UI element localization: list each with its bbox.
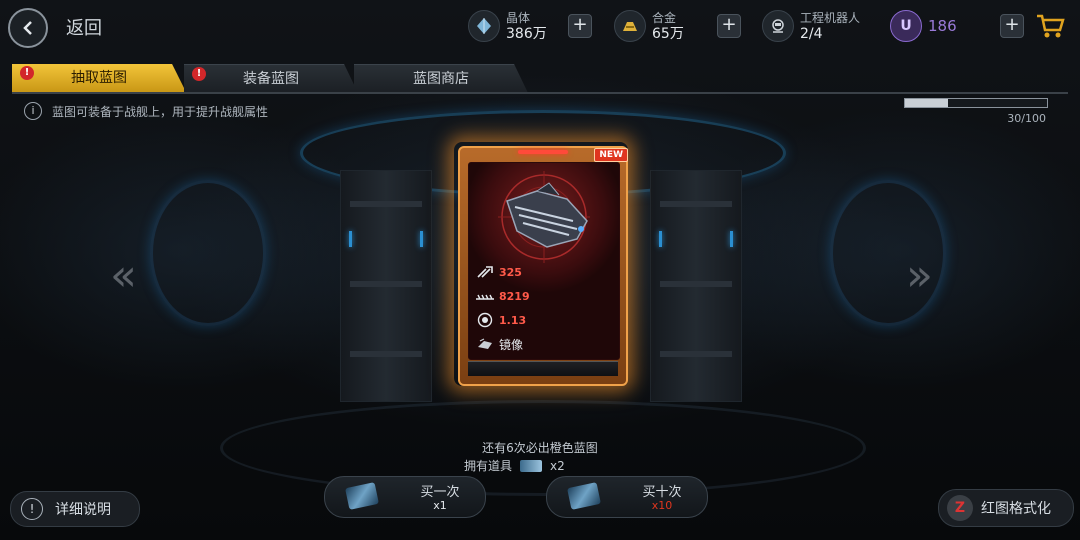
buy-ten-label: 买十次 bbox=[642, 485, 682, 500]
new-tag: NEW bbox=[594, 148, 628, 162]
skill-stat: 镜像 bbox=[475, 335, 523, 353]
shop-cart-icon[interactable] bbox=[1034, 10, 1066, 42]
battleship-icon bbox=[506, 182, 588, 248]
speed-stat: 1.13 bbox=[475, 311, 526, 329]
info-text: 蓝图可装备于战舰上，用于提升战舰属性 bbox=[52, 104, 269, 119]
next-arrow-icon[interactable]: » bbox=[906, 250, 933, 301]
alloy-icon bbox=[614, 10, 646, 42]
alloy-label: 合金 bbox=[652, 11, 677, 25]
background-pillar bbox=[650, 170, 742, 402]
blueprint-chip-icon bbox=[345, 482, 379, 510]
own-items-count: x2 bbox=[550, 458, 565, 473]
premium-currency: U 186 bbox=[890, 8, 957, 44]
crystal-icon bbox=[468, 10, 500, 42]
blueprint-card[interactable]: NEW 325 8219 1.13 镜像 bbox=[458, 146, 628, 386]
tab-divider bbox=[12, 92, 1068, 94]
attack-stat: 325 bbox=[475, 263, 522, 281]
alloy-value: 65万 bbox=[652, 26, 684, 42]
previous-arrow-icon[interactable]: « bbox=[110, 250, 137, 301]
buy-ten-button[interactable]: 买十次 x10 bbox=[546, 476, 708, 518]
background-ring bbox=[830, 180, 946, 326]
crystal-resource: 晶体 386万 bbox=[468, 8, 547, 44]
alert-icon: ! bbox=[21, 498, 43, 520]
chevron-left-icon bbox=[23, 21, 32, 35]
engineering-robot-resource: 工程机器人 2/4 bbox=[762, 8, 860, 44]
buy-ten-count: x10 bbox=[651, 499, 673, 512]
red-format-label: 红图格式化 bbox=[981, 501, 1051, 517]
tab-label: 蓝图商店 bbox=[413, 71, 469, 87]
robot-value: 2/4 bbox=[800, 26, 823, 42]
crystal-label: 晶体 bbox=[506, 11, 531, 25]
detail-label: 详细说明 bbox=[55, 502, 111, 518]
skill-name: 镜像 bbox=[499, 337, 524, 352]
alert-badge-icon: ! bbox=[20, 66, 34, 80]
own-items-row: 拥有道具 x2 bbox=[464, 457, 565, 474]
top-bar: 返回 晶体 386万 + 合金 65万 + 工程机器人 2/4 U 186 + bbox=[0, 0, 1080, 52]
speed-value: 1.13 bbox=[499, 313, 527, 327]
pity-hint: 还有6次必出橙色蓝图 bbox=[482, 441, 598, 455]
add-premium-button[interactable]: + bbox=[1000, 14, 1024, 38]
skill-icon bbox=[475, 336, 495, 352]
blueprint-chip-icon bbox=[520, 459, 543, 472]
robot-icon bbox=[762, 10, 794, 42]
tab-label: 装备蓝图 bbox=[243, 71, 299, 87]
back-label[interactable]: 返回 bbox=[66, 14, 102, 40]
tab-blueprint-shop[interactable]: 蓝图商店 bbox=[354, 64, 528, 93]
robot-label: 工程机器人 bbox=[800, 11, 861, 25]
buy-once-button[interactable]: 买一次 x1 bbox=[324, 476, 486, 518]
own-items-label: 拥有道具 bbox=[464, 459, 513, 473]
tab-draw-blueprint[interactable]: ! 抽取蓝图 bbox=[12, 64, 186, 92]
card-top-light bbox=[518, 150, 568, 154]
card-art: 325 8219 1.13 镜像 bbox=[468, 162, 620, 360]
buy-once-count: x1 bbox=[433, 499, 447, 512]
tab-label: 抽取蓝图 bbox=[71, 70, 127, 86]
crystal-value: 386万 bbox=[506, 26, 547, 42]
info-icon: i bbox=[24, 102, 42, 120]
attack-icon bbox=[475, 264, 495, 280]
progress-text: 30/100 bbox=[1007, 112, 1046, 125]
alloy-resource: 合金 65万 bbox=[614, 8, 684, 44]
card-base bbox=[468, 361, 618, 376]
tab-equip-blueprint[interactable]: ! 装备蓝图 bbox=[184, 64, 358, 93]
buy-once-label: 买一次 bbox=[420, 485, 460, 500]
alert-badge-icon: ! bbox=[192, 67, 206, 81]
attack-value: 325 bbox=[499, 265, 522, 279]
premium-currency-icon: U bbox=[890, 10, 922, 42]
blueprint-chip-icon bbox=[567, 482, 601, 510]
back-button[interactable] bbox=[8, 8, 48, 48]
background-ring bbox=[150, 180, 266, 326]
format-icon: Z bbox=[947, 495, 973, 521]
hull-icon bbox=[475, 288, 495, 304]
speed-icon bbox=[475, 312, 495, 328]
background-pillar bbox=[340, 170, 432, 402]
detail-button[interactable]: ! 详细说明 bbox=[10, 491, 140, 527]
hull-stat: 8219 bbox=[475, 287, 530, 305]
hull-value: 8219 bbox=[499, 289, 530, 303]
info-row: i 蓝图可装备于战舰上，用于提升战舰属性 bbox=[24, 101, 268, 121]
premium-value: 186 bbox=[928, 17, 957, 35]
add-crystal-button[interactable]: + bbox=[568, 14, 592, 38]
progress-bar bbox=[904, 98, 1048, 108]
progress-fill bbox=[905, 99, 948, 107]
add-alloy-button[interactable]: + bbox=[717, 14, 741, 38]
red-format-button[interactable]: Z 红图格式化 bbox=[938, 489, 1074, 527]
